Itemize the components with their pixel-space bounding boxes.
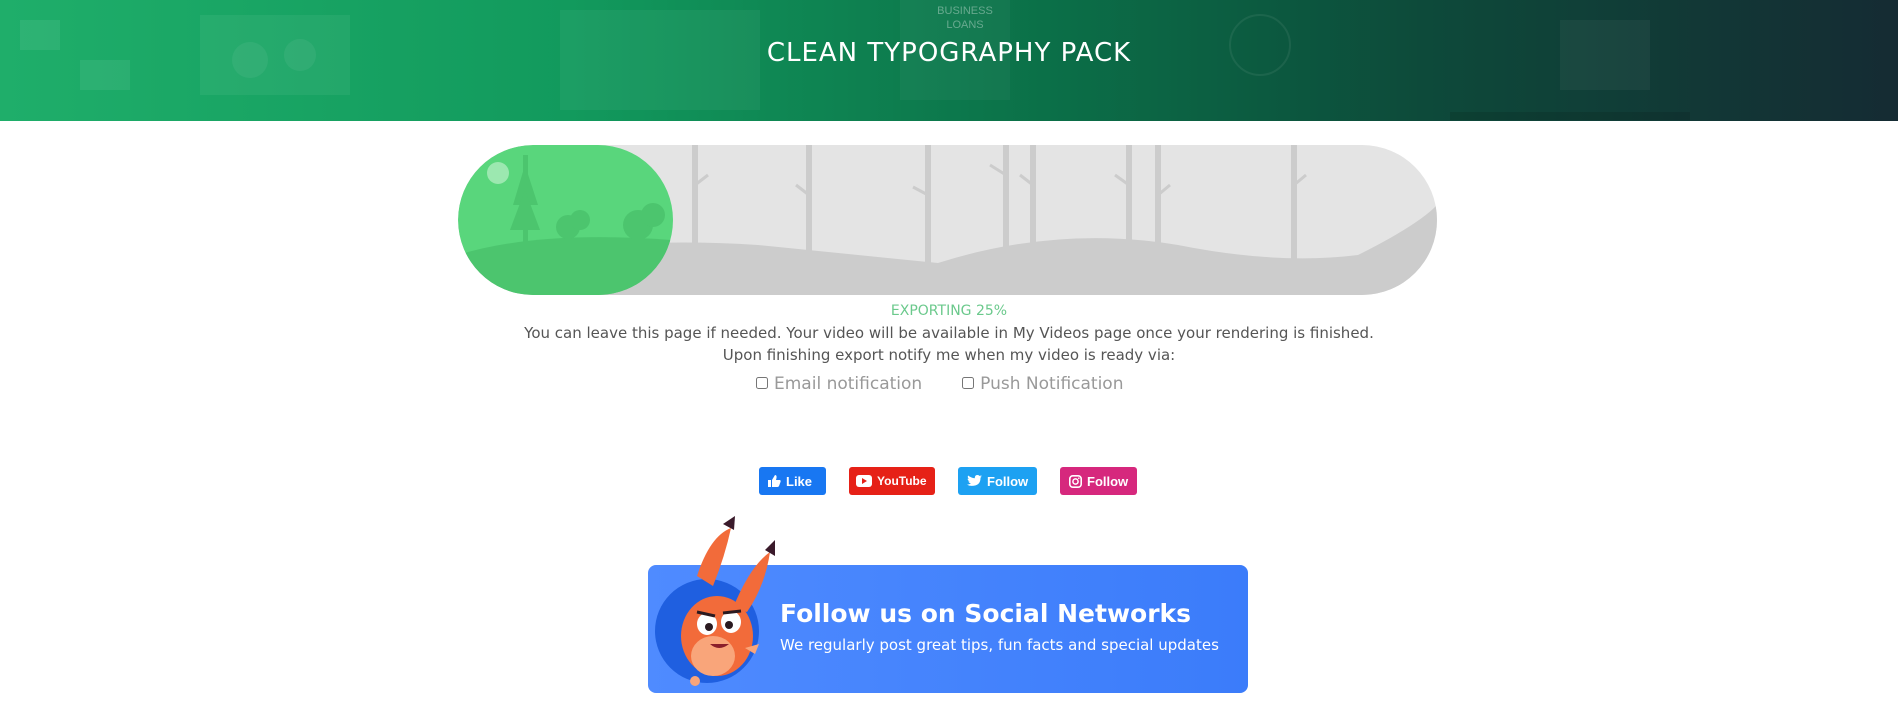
- facebook-like-button[interactable]: Like: [759, 467, 826, 495]
- instagram-label: Follow: [1087, 473, 1129, 489]
- twitter-label: Follow: [987, 473, 1029, 489]
- facebook-like-label: Like: [786, 473, 813, 489]
- email-notification-checkbox[interactable]: [756, 377, 768, 389]
- instagram-follow-button[interactable]: Follow: [1060, 467, 1137, 495]
- push-notification-checkbox[interactable]: [962, 377, 975, 389]
- instagram-icon: [1069, 474, 1082, 488]
- banner-background-text: BUSINESS LOANS: [937, 5, 993, 31]
- youtube-icon: [856, 475, 872, 487]
- youtube-button[interactable]: YouTube: [849, 467, 935, 495]
- push-notification-label: Push Notification: [980, 374, 1124, 394]
- progress-fill: [458, 145, 673, 295]
- export-status: EXPORTING 25%: [890, 303, 1008, 319]
- header-banner: BUSINESS LOANS CLEAN TYPOGRAPHY PACK: [0, 0, 1898, 121]
- squirrel-mascot-icon: [655, 516, 775, 686]
- export-progress-bar: [458, 145, 1437, 295]
- notify-prompt: Upon finishing export notify me when my …: [722, 346, 1176, 364]
- follow-card-title: Follow us on Social Networks: [780, 599, 1192, 628]
- notification-options: Email notification Push Notification: [756, 374, 1123, 394]
- follow-card-subtitle: We regularly post great tips, fun facts …: [780, 636, 1219, 654]
- email-notification-label: Email notification: [774, 374, 923, 394]
- export-info-text: You can leave this page if needed. Your …: [524, 324, 1374, 342]
- social-buttons: Like YouTube Follow Follow: [759, 467, 1137, 495]
- progress-fill-scenery: [458, 155, 672, 295]
- twitter-follow-button[interactable]: Follow: [958, 467, 1037, 495]
- thumbs-up-icon: [768, 475, 781, 487]
- email-notification-option[interactable]: Email notification: [756, 374, 922, 394]
- twitter-icon: [967, 475, 982, 487]
- push-notification-option[interactable]: Push Notification: [962, 374, 1123, 394]
- youtube-label: YouTube: [877, 474, 927, 488]
- page-title: CLEAN TYPOGRAPHY PACK: [766, 38, 1132, 68]
